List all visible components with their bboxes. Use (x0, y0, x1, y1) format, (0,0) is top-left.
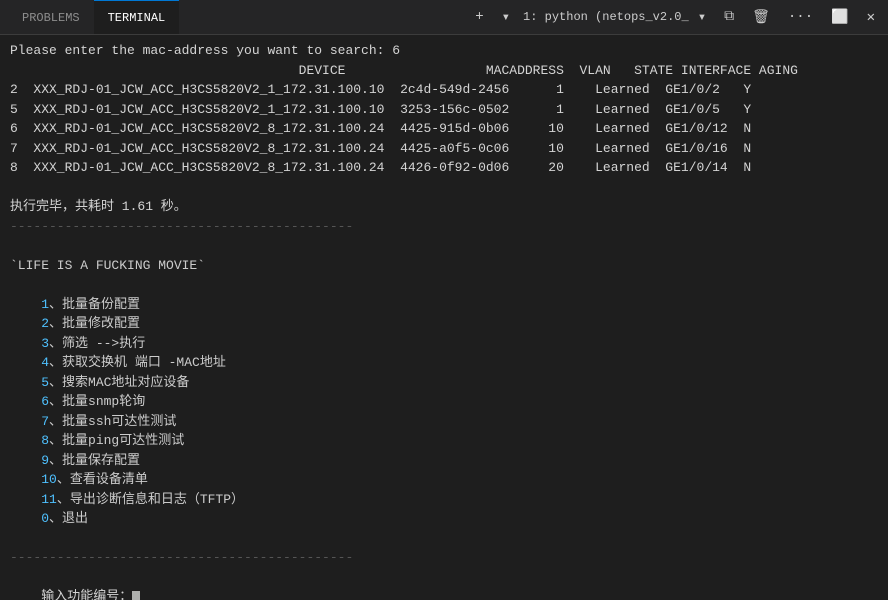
empty-line3 (10, 275, 878, 295)
table-row: 7 XXX_RDJ-01_JCW_ACC_H3CS5820V2_8_172.31… (10, 139, 878, 159)
movie-quote: `LIFE IS A FUCKING MOVIE` (10, 256, 878, 276)
menu-item-10: 10、查看设备清单 (10, 470, 878, 490)
add-icon[interactable]: + (470, 7, 488, 27)
prompt-line: Please enter the mac-address you want to… (10, 41, 878, 61)
top-bar-right: + ▾ 1: python (netops_v2.0_ ▾ ⧉ 🗑 ··· ⬜ … (470, 7, 880, 28)
terminal-name: 1: python (netops_v2.0_ (523, 10, 689, 24)
empty-line (10, 178, 878, 198)
tab-problems-label: PROBLEMS (22, 11, 80, 25)
menu-item-6: 6、批量snmp轮询 (10, 392, 878, 412)
table-row: 5 XXX_RDJ-01_JCW_ACC_H3CS5820V2_1_172.31… (10, 100, 878, 120)
terminal-dropdown-icon[interactable]: ▾ (693, 7, 711, 28)
menu-item-9: 9、批量保存配置 (10, 451, 878, 471)
menu-item-3: 3、筛选 -->执行 (10, 334, 878, 354)
tab-terminal[interactable]: TERMINAL (94, 0, 180, 34)
top-bar: PROBLEMS TERMINAL + ▾ 1: python (netops_… (0, 0, 888, 35)
menu-item-11: 11、导出诊断信息和日志（TFTP） (10, 490, 878, 510)
menu-item-5: 5、搜索MAC地址对应设备 (10, 373, 878, 393)
table-row: 8 XXX_RDJ-01_JCW_ACC_H3CS5820V2_8_172.31… (10, 158, 878, 178)
trash-icon[interactable]: 🗑 (747, 7, 775, 28)
dropdown-icon[interactable]: ▾ (497, 7, 515, 28)
menu-item-0: 0、退出 (10, 509, 878, 529)
separator1: ----------------------------------------… (10, 217, 878, 237)
tab-problems[interactable]: PROBLEMS (8, 0, 94, 34)
table-row: 2 XXX_RDJ-01_JCW_ACC_H3CS5820V2_1_172.31… (10, 80, 878, 100)
cursor (132, 591, 140, 600)
maximize-icon[interactable]: ⬜ (826, 7, 853, 28)
menu-item-2: 2、批量修改配置 (10, 314, 878, 334)
menu-item-4: 4、获取交换机 端口 -MAC地址 (10, 353, 878, 373)
split-icon[interactable]: ⧉ (719, 7, 739, 27)
table-row: 6 XXX_RDJ-01_JCW_ACC_H3CS5820V2_8_172.31… (10, 119, 878, 139)
input-prompt: 输入功能编号： (41, 589, 132, 600)
terminal-area[interactable]: Please enter the mac-address you want to… (0, 35, 888, 600)
separator2: ----------------------------------------… (10, 548, 878, 568)
table-header: DEVICE MACADDRESS VLAN STATE INTERFACE A… (10, 61, 878, 81)
empty-line2 (10, 236, 878, 256)
empty-line4 (10, 529, 878, 549)
exec-time: 执行完毕，共耗时 1.61 秒。 (10, 197, 878, 217)
close-icon[interactable]: ✕ (862, 7, 880, 28)
tab-terminal-label: TERMINAL (108, 11, 166, 25)
input-line: 输入功能编号： (10, 568, 878, 600)
tab-group: PROBLEMS TERMINAL (8, 0, 179, 34)
menu-item-1: 1、批量备份配置 (10, 295, 878, 315)
menu-item-8: 8、批量ping可达性测试 (10, 431, 878, 451)
more-icon[interactable]: ··· (783, 7, 818, 27)
terminal-label: 1: python (netops_v2.0_ ▾ (523, 7, 711, 28)
menu-item-7: 7、批量ssh可达性测试 (10, 412, 878, 432)
